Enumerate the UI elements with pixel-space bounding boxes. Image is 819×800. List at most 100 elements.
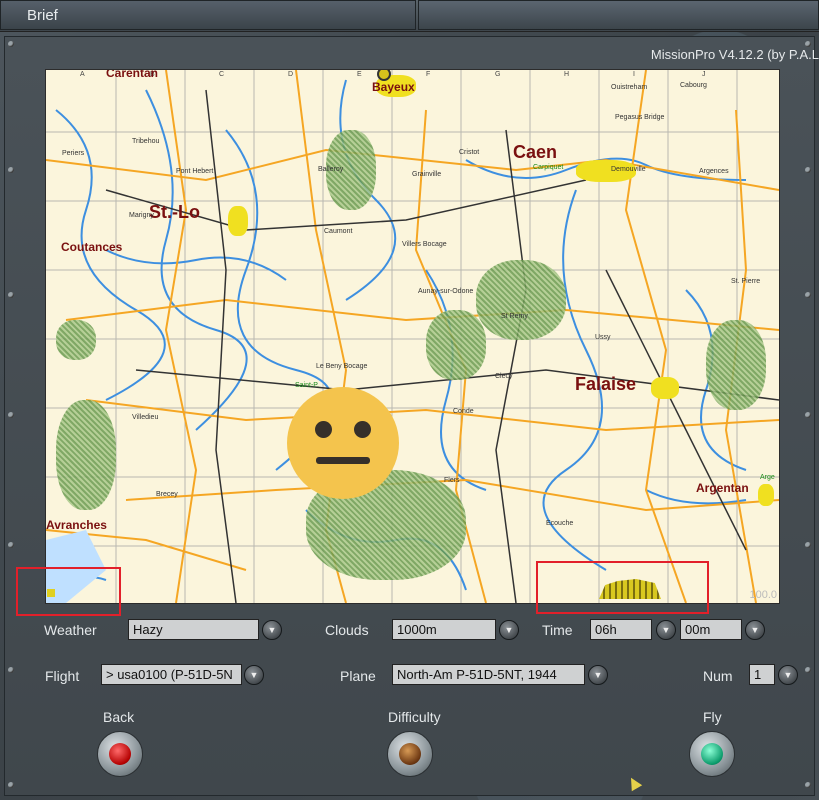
difficulty-button[interactable] xyxy=(387,731,433,777)
grid-column-label: C xyxy=(219,71,225,78)
plane-field[interactable]: North-Am P-51D-5NT, 1944 xyxy=(392,664,585,685)
map-city-label: Coutances xyxy=(61,240,123,254)
map-zoom-readout: 100.0 xyxy=(749,589,777,601)
forest-area xyxy=(56,320,96,360)
map-town-label: Carpiquet xyxy=(533,164,564,171)
screw-icon xyxy=(805,292,811,298)
map-town-label: Brecey xyxy=(156,491,178,498)
chevron-down-icon: ▼ xyxy=(750,625,760,635)
screw-icon xyxy=(805,667,811,673)
weather-label: Weather xyxy=(44,622,97,638)
map-town-label: Arge xyxy=(760,474,775,481)
time-label: Time xyxy=(542,622,573,638)
app-version: MissionPro V4.12.2 (by P.A.L xyxy=(650,47,819,62)
map-town-label: Marigny xyxy=(129,212,154,219)
time-hours-field[interactable]: 06h xyxy=(590,619,652,640)
grid-column-label: J xyxy=(702,71,706,78)
num-label: Num xyxy=(703,668,733,684)
city-area xyxy=(228,206,248,236)
eye-icon xyxy=(315,421,332,438)
forest-area xyxy=(706,320,766,410)
mission-map[interactable]: A B C D E F G H I J Caen St.-Lo Falaise … xyxy=(45,69,780,604)
map-town-label: Villedieu xyxy=(132,414,159,421)
screw-icon xyxy=(8,167,14,173)
map-town-label: Pont Hebert xyxy=(176,168,214,175)
time-hours-dropdown-button[interactable]: ▼ xyxy=(656,620,676,640)
grid-column-label: G xyxy=(495,71,501,78)
screw-icon xyxy=(8,412,14,418)
grid-column-label: F xyxy=(426,71,431,78)
fly-button[interactable] xyxy=(689,731,735,777)
chevron-down-icon: ▼ xyxy=(267,625,277,635)
grid-column-label: A xyxy=(80,71,85,78)
clouds-label: Clouds xyxy=(325,622,369,638)
num-dropdown-button[interactable]: ▼ xyxy=(778,665,798,685)
green-light-icon xyxy=(701,743,723,765)
map-town-label: Saint-P. xyxy=(295,382,319,389)
time-minutes-field[interactable]: 00m xyxy=(680,619,742,640)
neutral-face-icon xyxy=(287,387,399,499)
map-town-label: Clecy xyxy=(495,373,513,380)
map-town-label: Ussy xyxy=(595,334,611,341)
screw-icon xyxy=(805,782,811,788)
map-town-label: Demouville xyxy=(611,166,646,173)
screw-icon xyxy=(805,167,811,173)
back-button[interactable] xyxy=(97,731,143,777)
map-town-label: St. Pierre xyxy=(731,278,761,285)
map-town-label: Cabourg xyxy=(680,82,707,89)
fly-button-label: Fly xyxy=(703,709,722,725)
flight-dropdown-button[interactable]: ▼ xyxy=(244,665,264,685)
chevron-down-icon: ▼ xyxy=(661,625,671,635)
screw-icon xyxy=(8,667,14,673)
screw-icon xyxy=(8,542,14,548)
red-light-icon xyxy=(109,743,131,765)
mouth-icon xyxy=(316,457,370,464)
num-field[interactable]: 1 xyxy=(749,664,775,685)
map-city-label: Carentan xyxy=(106,69,159,80)
forest-area xyxy=(426,310,486,380)
map-town-label: Villers Bocage xyxy=(402,241,447,248)
map-town-label: Tribehou xyxy=(132,138,160,145)
map-town-label: Argences xyxy=(699,168,729,175)
map-town-label: Ecouche xyxy=(546,520,574,527)
weather-field[interactable]: Hazy xyxy=(128,619,259,640)
eye-icon xyxy=(354,421,371,438)
map-town-label: Aunay-sur-Odone xyxy=(418,288,474,295)
flight-label: Flight xyxy=(45,668,80,684)
map-town-label: Pegasus Bridge xyxy=(615,114,665,121)
chevron-down-icon: ▼ xyxy=(504,625,514,635)
time-minutes-dropdown-button[interactable]: ▼ xyxy=(745,620,765,640)
map-town-label: St Remy xyxy=(501,313,528,320)
clouds-field[interactable]: 1000m xyxy=(392,619,496,640)
forest-area xyxy=(476,260,566,340)
screw-icon xyxy=(8,782,14,788)
map-town-label: Balleroy xyxy=(318,166,344,173)
map-city-label: Falaise xyxy=(575,374,637,394)
screw-icon xyxy=(8,41,14,47)
map-city-label: Argentan xyxy=(696,481,749,495)
plane-label: Plane xyxy=(340,668,376,684)
map-town-label: Grainville xyxy=(412,171,442,178)
city-area xyxy=(758,484,774,506)
map-city-label: Bayeux xyxy=(372,80,415,94)
screw-icon xyxy=(805,542,811,548)
grid-column-label: I xyxy=(633,71,635,78)
screw-icon xyxy=(8,292,14,298)
plane-dropdown-button[interactable]: ▼ xyxy=(588,665,608,685)
city-area xyxy=(651,377,679,399)
weather-dropdown-button[interactable]: ▼ xyxy=(262,620,282,640)
tab-brief[interactable]: Brief xyxy=(0,0,416,30)
flight-field[interactable]: > usa0100 (P-51D-5N xyxy=(101,664,242,685)
brown-light-icon xyxy=(399,743,421,765)
highlight-box xyxy=(16,567,121,616)
map-town-label: Le Beny Bocage xyxy=(316,363,368,370)
grid-column-label: H xyxy=(564,71,570,78)
chevron-down-icon: ▼ xyxy=(593,670,603,680)
clouds-dropdown-button[interactable]: ▼ xyxy=(499,620,519,640)
map-town-label: Conde xyxy=(453,408,474,415)
grid-column-label: E xyxy=(357,71,362,78)
highlight-box xyxy=(536,561,709,614)
map-town-label: Caumont xyxy=(324,228,353,235)
difficulty-button-label: Difficulty xyxy=(388,709,441,725)
top-bar: Brief xyxy=(0,0,819,32)
